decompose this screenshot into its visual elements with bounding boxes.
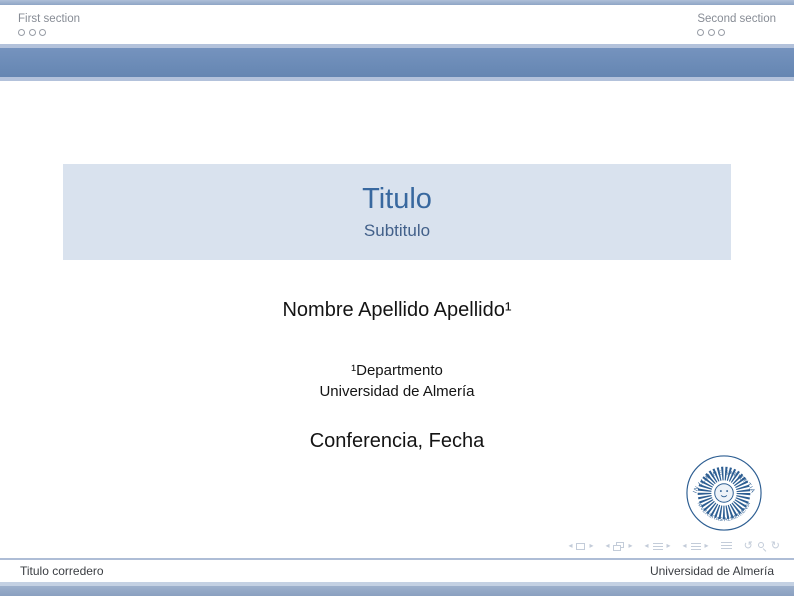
subsection-nav-group: ◂ ▸ xyxy=(645,541,671,551)
slide-icon[interactable] xyxy=(576,543,585,550)
author-name: Nombre Apellido Apellido¹ xyxy=(0,299,794,322)
miniframe-dot[interactable] xyxy=(718,29,725,36)
header-main-bar xyxy=(0,48,794,77)
frame-prev-icon[interactable]: ◂ xyxy=(605,541,609,551)
frame-nav-group: ◂ ▸ xyxy=(605,541,632,551)
section-icon[interactable] xyxy=(691,543,701,550)
section-nav-group: ◂ ▸ xyxy=(683,541,709,551)
navigation-symbols: ◂ ▸ ◂ ▸ ◂ ▸ ◂ ▸ ↺ ↻ xyxy=(568,539,780,553)
miniframe-dot[interactable] xyxy=(697,29,704,36)
frame-next-icon[interactable]: ▸ xyxy=(628,541,632,551)
miniframe-dot[interactable] xyxy=(39,29,46,36)
title-box: Titulo Subtitulo xyxy=(63,164,731,260)
footer-bottom-bar xyxy=(0,586,794,596)
subsection-icon[interactable] xyxy=(653,543,663,550)
institute-department: ¹Departmento xyxy=(0,360,794,381)
presentation-title: Titulo xyxy=(362,184,432,216)
beamer-title-slide: First section Second section Titulo Subt… xyxy=(0,0,794,596)
university-seal-logo: IN LUMINE SAPIENTIA VNIVERSITAS ALMERIEN… xyxy=(685,454,763,532)
slide-next-icon[interactable]: ▸ xyxy=(589,541,593,551)
section-prev-icon[interactable]: ◂ xyxy=(683,541,687,551)
footer: Titulo corredero Universidad de Almería xyxy=(0,560,794,582)
footer-short-title: Titulo corredero xyxy=(20,564,104,578)
section-next-icon[interactable]: ▸ xyxy=(705,541,709,551)
go-back-icon[interactable]: ↺ xyxy=(744,540,753,552)
history-nav-group: ↺ ↻ xyxy=(744,540,780,552)
miniframe-dot[interactable] xyxy=(18,29,25,36)
go-forward-icon[interactable]: ↻ xyxy=(771,540,780,552)
top-accent-bar xyxy=(0,0,794,5)
frame-icon[interactable] xyxy=(613,542,624,551)
subsection-prev-icon[interactable]: ◂ xyxy=(645,541,649,551)
appendix-icon[interactable] xyxy=(721,542,732,550)
presentation-subtitle: Subtitulo xyxy=(364,222,430,241)
institute-block: ¹Departmento Universidad de Almería xyxy=(0,360,794,402)
institute-university: Universidad de Almería xyxy=(0,381,794,402)
section-nav-right: Second section xyxy=(697,12,776,36)
university-seal-icon: IN LUMINE SAPIENTIA VNIVERSITAS ALMERIEN… xyxy=(685,454,763,532)
section-link-second[interactable]: Second section xyxy=(697,12,776,26)
miniframe-dots-first xyxy=(18,29,80,36)
slide-prev-icon[interactable]: ◂ xyxy=(568,541,572,551)
appendix-nav-group xyxy=(721,542,732,550)
footer-institution: Universidad de Almería xyxy=(650,564,774,578)
conference-date: Conferencia, Fecha xyxy=(0,430,794,453)
miniframe-dot[interactable] xyxy=(708,29,715,36)
subsection-next-icon[interactable]: ▸ xyxy=(667,541,671,551)
section-link-first[interactable]: First section xyxy=(18,12,80,26)
slide-nav-group: ◂ ▸ xyxy=(568,541,593,551)
miniframe-dots-second xyxy=(697,29,776,36)
search-icon[interactable] xyxy=(757,541,767,551)
section-nav-left: First section xyxy=(18,12,80,36)
header-light-strip-bottom xyxy=(0,77,794,81)
miniframe-dot[interactable] xyxy=(29,29,36,36)
